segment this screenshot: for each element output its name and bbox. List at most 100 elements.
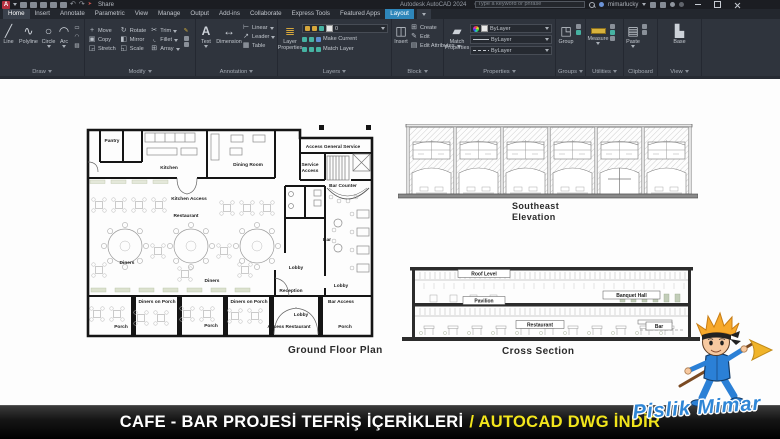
tab-insert[interactable]: Insert: [30, 9, 55, 19]
fillet-button[interactable]: ◟Fillet: [150, 36, 179, 44]
table-button[interactable]: ▦Table: [242, 42, 275, 50]
app-menu-caret-icon[interactable]: [13, 3, 17, 6]
polyline-button[interactable]: ∿ Polyline: [17, 21, 40, 65]
layer-dropdown[interactable]: 0: [302, 24, 388, 33]
rotate-button[interactable]: ↻Rotate: [120, 27, 146, 35]
paste-button[interactable]: ▤ Paste: [624, 21, 642, 65]
panel-label-modify[interactable]: Modify: [85, 69, 195, 75]
tab-add-ins[interactable]: Add-ins: [214, 9, 245, 19]
explode-icon[interactable]: [184, 42, 189, 47]
base-button[interactable]: ▙ Base: [669, 21, 691, 65]
panel-label-layers[interactable]: Layers: [278, 69, 391, 75]
user-avatar-icon[interactable]: [599, 2, 604, 7]
tab-home[interactable]: Home: [3, 9, 30, 19]
layer-lock-icon[interactable]: [319, 26, 324, 31]
copy-button[interactable]: ▣Copy: [88, 36, 116, 44]
rectangle-tool-icon[interactable]: ▭: [74, 24, 79, 32]
mirror-button[interactable]: ◧Mirror: [120, 36, 146, 44]
layer-freeze-icon[interactable]: [312, 26, 317, 31]
pencil-icon[interactable]: ✎: [184, 27, 189, 35]
hatch-tool-icon[interactable]: ▨: [74, 42, 79, 50]
app-store-cart-icon[interactable]: [650, 2, 656, 8]
new-file-icon[interactable]: [20, 2, 27, 8]
cut-icon[interactable]: [642, 24, 647, 29]
restore-button[interactable]: [714, 1, 721, 8]
panel-label-clipboard[interactable]: Clipboard: [624, 69, 657, 75]
tab-express-tools[interactable]: Express Tools: [287, 9, 335, 19]
ellipse-tool-icon[interactable]: ◠: [75, 33, 80, 41]
trim-button[interactable]: ✂Trim: [150, 27, 179, 35]
autocad-logo-icon[interactable]: A: [2, 1, 10, 9]
tab-view[interactable]: View: [130, 9, 153, 19]
panel-label-block[interactable]: Block: [392, 69, 443, 75]
line-button[interactable]: ╱ Line: [0, 21, 17, 65]
section-label: Roof Level: [471, 272, 497, 278]
panel-label-properties[interactable]: Properties: [444, 69, 555, 75]
text-button[interactable]: A Text: [196, 21, 216, 65]
search-icon[interactable]: [589, 2, 595, 8]
minimize-button[interactable]: [695, 4, 701, 5]
tab-overflow-button[interactable]: [417, 9, 431, 19]
tab-collaborate[interactable]: Collaborate: [245, 9, 287, 19]
dimension-button[interactable]: ↔ Dimension: [216, 21, 242, 65]
circle-button[interactable]: ○ Circle: [40, 21, 57, 65]
layer-properties-button[interactable]: ≣ Layer Properties: [278, 21, 302, 65]
group-icon: ◳: [560, 23, 571, 39]
undo-icon[interactable]: ↶: [70, 0, 76, 9]
user-menu-caret-icon[interactable]: [642, 3, 646, 6]
insert-button[interactable]: ◫ Insert: [392, 21, 410, 65]
tab-manage[interactable]: Manage: [153, 9, 185, 19]
match-properties-button[interactable]: ▰ Match Properties: [444, 21, 470, 65]
search-input[interactable]: Type a keyword or phrase: [475, 1, 585, 8]
panel-label-draw[interactable]: Draw: [0, 69, 84, 75]
username[interactable]: mimarlucky: [608, 2, 638, 8]
polyline-icon: ∿: [23, 23, 33, 39]
close-button[interactable]: [734, 2, 740, 8]
panel-label-view[interactable]: View: [658, 69, 701, 75]
save-as-icon[interactable]: [50, 2, 57, 8]
save-icon[interactable]: [40, 2, 47, 8]
scale-button[interactable]: ◱Scale: [120, 45, 146, 53]
layer-dropdown-caret-icon[interactable]: [381, 27, 385, 30]
tab-output[interactable]: Output: [185, 9, 214, 19]
group-button[interactable]: ◳ Group: [556, 21, 576, 65]
copy-clip-icon[interactable]: [642, 30, 647, 35]
tab-parametric[interactable]: Parametric: [90, 9, 130, 19]
arc-button[interactable]: ◠ Arc: [57, 21, 71, 65]
id-point-icon[interactable]: [610, 30, 615, 35]
notifications-icon[interactable]: [679, 2, 684, 7]
share-button[interactable]: Share: [98, 2, 114, 8]
linetype-dropdown[interactable]: ByLayer: [470, 46, 552, 55]
panel-label-utilities[interactable]: Utilities: [586, 69, 623, 75]
redo-icon[interactable]: ↷: [79, 0, 85, 9]
stretch-button[interactable]: ◲Stretch: [88, 45, 116, 53]
plan-room-label: Access General Service: [306, 144, 361, 150]
open-file-icon[interactable]: [30, 2, 37, 8]
erase-icon[interactable]: [184, 36, 189, 41]
tab-featured-apps[interactable]: Featured Apps: [335, 9, 385, 19]
measure-button[interactable]: Measure: [586, 21, 610, 65]
group-edit-icon[interactable]: [576, 30, 581, 35]
lineweight-dropdown[interactable]: ByLayer: [470, 35, 552, 44]
linear-button[interactable]: ⊢Linear: [242, 24, 275, 32]
circle-icon: ○: [45, 23, 52, 39]
ungroup-icon[interactable]: [576, 24, 581, 29]
panel-label-groups[interactable]: Groups: [556, 69, 585, 75]
tab-annotate[interactable]: Annotate: [55, 9, 90, 19]
layer-on-icon[interactable]: [305, 26, 310, 31]
share-icon[interactable]: ➤: [88, 0, 92, 9]
plot-icon[interactable]: [60, 2, 67, 8]
autodesk-app-icon[interactable]: [660, 2, 666, 8]
quick-calc-icon[interactable]: [610, 36, 615, 41]
array-button[interactable]: ⊞Array: [150, 45, 179, 53]
leader-button[interactable]: ↗Leader: [242, 33, 275, 41]
panel-modify: +Move ▣Copy ◲Stretch ↻Rotate ◧Mirror ◱Sc…: [85, 19, 196, 76]
help-icon[interactable]: [670, 2, 675, 7]
panel-label-annotation[interactable]: Annotation: [196, 69, 277, 75]
make-current-button[interactable]: Make Current: [302, 35, 388, 43]
move-button[interactable]: +Move: [88, 27, 116, 35]
tab-layout[interactable]: Layout: [385, 9, 414, 19]
object-color-dropdown[interactable]: ByLayer: [470, 24, 552, 33]
match-layer-button[interactable]: Match Layer: [302, 45, 388, 53]
quick-select-icon[interactable]: [610, 24, 615, 29]
